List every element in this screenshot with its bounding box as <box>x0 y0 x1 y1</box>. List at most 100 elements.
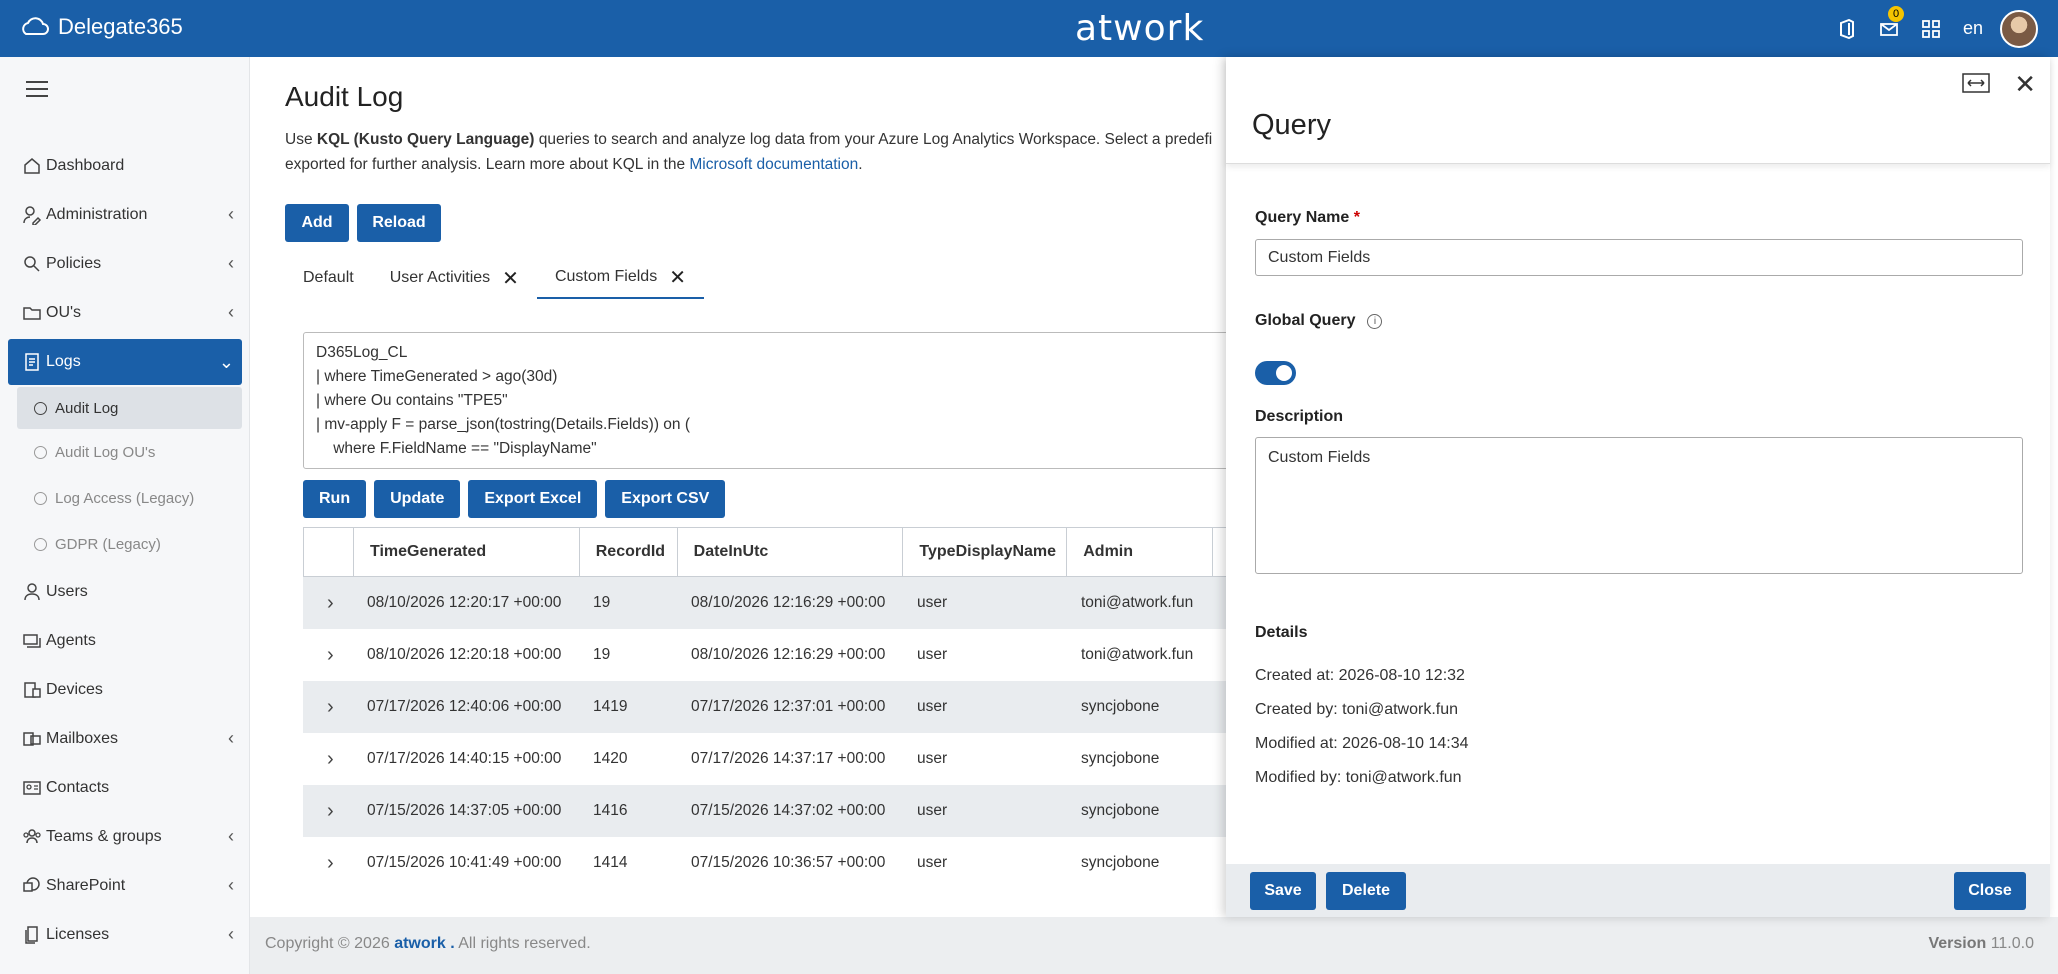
copyright-text: Copyright © 2026 <box>265 935 395 952</box>
sidebar-item-label: Agents <box>46 631 96 649</box>
expand-panel-icon[interactable] <box>1962 73 1990 93</box>
details-heading: Details <box>1255 624 1308 641</box>
table-cell: user <box>917 750 948 767</box>
microsoft-docs-link[interactable]: Microsoft documentation <box>689 156 858 173</box>
apps-grid-icon[interactable] <box>1910 0 1952 57</box>
update-button[interactable]: Update <box>374 480 461 518</box>
panel-footer: Save Delete Close <box>1226 864 2050 917</box>
version-info: Version 11.0.0 <box>1928 935 2034 953</box>
version-label: Version <box>1928 935 1987 952</box>
hamburger-menu-icon[interactable] <box>26 81 48 97</box>
sidebar-item-administration[interactable]: Administration ‹ <box>0 190 250 239</box>
column-header[interactable]: TypeDisplayName <box>903 528 1068 576</box>
sidebar-item-label: Contacts <box>46 778 110 796</box>
sidebar-item-agents[interactable]: Agents <box>0 616 250 665</box>
close-panel-icon[interactable]: ✕ <box>2014 69 2036 100</box>
table-cell: 19 <box>593 646 611 663</box>
table-row[interactable]: › 08/10/2026 12:20:17 +00:00 19 08/10/2026 … <box>303 577 1303 629</box>
table-cell: 1414 <box>593 854 628 871</box>
tab-label: User Activities <box>389 269 491 286</box>
sidebar-item-dashboard[interactable]: Dashboard <box>0 141 250 190</box>
table-cell: 19 <box>593 594 611 611</box>
run-button[interactable]: Run <box>303 480 367 518</box>
copyright: Copyright © 2026 atwork . All rights res… <box>265 935 591 953</box>
sidebar-item-policies[interactable]: Policies ‹ <box>0 239 250 288</box>
expand-row-icon[interactable]: › <box>303 748 353 771</box>
reload-button[interactable]: Reload <box>357 204 441 242</box>
expand-row-icon[interactable]: › <box>303 800 353 823</box>
sidebar-subitem-audit-log-ous[interactable]: Audit Log OU's <box>0 429 250 475</box>
column-header[interactable]: Admin <box>1067 528 1214 576</box>
version-value: 11.0.0 <box>1986 935 2034 952</box>
sidebar-item-sharepoint[interactable]: SharePoint ‹ <box>0 861 250 910</box>
desc-text: queries to search and analyze log data f… <box>534 131 1213 148</box>
table-row[interactable]: › 07/15/2026 10:41:49 +00:00 1414 07/15/202… <box>303 837 1303 889</box>
page-title: Audit Log <box>285 81 404 112</box>
created-at: Created at: 2026-08-10 12:32 <box>1255 667 1465 684</box>
tab-user-activities[interactable]: User Activities ✕ <box>372 257 537 299</box>
sidebar-item-mailboxes[interactable]: Mailboxes ‹ <box>0 714 250 763</box>
tab-default[interactable]: Default <box>285 257 372 299</box>
expand-column-header <box>304 528 354 576</box>
sidebar-item-users[interactable]: Users <box>0 567 250 616</box>
sidebar-item-label: Logs <box>46 353 81 370</box>
table-row[interactable]: › 07/15/2026 14:37:05 +00:00 1416 07/15/202… <box>303 785 1303 837</box>
column-header[interactable]: DateInUtc <box>678 528 904 576</box>
table-header: TimeGenerated RecordId DateInUtc TypeDis… <box>303 527 1304 577</box>
table-cell: syncjobone <box>1081 802 1160 819</box>
avatar[interactable] <box>2000 9 2038 48</box>
delete-button[interactable]: Delete <box>1326 872 1406 910</box>
close-button[interactable]: Close <box>1954 872 2026 910</box>
export-csv-button[interactable]: Export CSV <box>605 480 726 518</box>
table-row[interactable]: › 07/17/2026 12:40:06 +00:00 1419 07/17/202… <box>303 681 1303 733</box>
info-icon[interactable]: i <box>1367 314 1383 329</box>
sidebar-subitem-log-access[interactable]: Log Access (Legacy) <box>0 475 250 521</box>
sidebar-subitem-label: Audit Log OU's <box>55 443 156 461</box>
table-row[interactable]: › 08/10/2026 12:20:18 +00:00 19 08/10/2026 … <box>303 629 1303 681</box>
desc-text: exported for further analysis. Learn mor… <box>285 156 690 173</box>
close-tab-icon[interactable]: ✕ <box>669 265 686 290</box>
app-brand[interactable]: Delegate365 <box>18 14 183 40</box>
mail-notifications-icon[interactable]: 0 <box>1868 0 1910 57</box>
kql-query-editor[interactable]: D365Log_CL | where TimeGenerated > ago(3… <box>303 332 1303 469</box>
results-table: TimeGenerated RecordId DateInUtc TypeDis… <box>303 527 1304 889</box>
expand-row-icon[interactable]: › <box>303 696 353 719</box>
expand-row-icon[interactable]: › <box>303 592 353 615</box>
table-cell: 07/15/2026 14:37:05 +00:00 <box>367 802 562 819</box>
table-row[interactable]: › 07/17/2026 14:40:15 +00:00 1420 07/17/202… <box>303 733 1303 785</box>
sidebar-item-teams-groups[interactable]: Teams & groups ‹ <box>0 812 250 861</box>
sidebar-item-logs[interactable]: Logs ⌄ <box>8 339 242 385</box>
circle-icon <box>34 401 47 415</box>
expand-row-icon[interactable]: › <box>303 852 353 875</box>
circle-icon <box>34 491 47 505</box>
query-panel: Query ✕ Query Name * Global Query i Descr… <box>1226 57 2050 917</box>
global-query-toggle[interactable] <box>1255 361 1296 385</box>
sidebar-item-licenses[interactable]: Licenses ‹ <box>0 910 250 959</box>
column-header[interactable]: TimeGenerated <box>354 528 580 576</box>
sidebar-subitem-label: Audit Log <box>55 399 119 417</box>
sidebar-item-label: Policies <box>46 254 102 272</box>
footer: Copyright © 2026 atwork . All rights res… <box>250 917 2058 974</box>
language-selector[interactable]: en <box>1952 0 1994 57</box>
tab-custom-fields[interactable]: Custom Fields ✕ <box>536 257 704 299</box>
add-button[interactable]: Add <box>285 204 349 242</box>
sidebar-item-contacts[interactable]: Contacts <box>0 763 250 812</box>
export-excel-button[interactable]: Export Excel <box>468 480 598 518</box>
close-tab-icon[interactable]: ✕ <box>502 266 519 291</box>
expand-row-icon[interactable]: › <box>303 644 353 667</box>
sidebar-item-devices[interactable]: Devices <box>0 665 250 714</box>
table-cell: 08/10/2026 12:20:17 +00:00 <box>367 594 562 611</box>
admin-icon <box>23 205 42 225</box>
office-icon[interactable] <box>1826 0 1868 57</box>
sidebar-item-ous[interactable]: OU's ‹ <box>0 288 250 337</box>
save-button[interactable]: Save <box>1250 872 1316 910</box>
copyright-brand-link[interactable]: atwork . <box>394 935 454 952</box>
sidebar-subitem-gdpr[interactable]: GDPR (Legacy) <box>0 521 250 567</box>
sidebar-subitem-audit-log[interactable]: Audit Log <box>17 387 242 429</box>
sidebar-item-label: SharePoint <box>46 876 126 894</box>
query-name-input[interactable] <box>1255 239 2023 276</box>
description-textarea[interactable]: Custom Fields <box>1255 437 2023 574</box>
sidebar-item-label: OU's <box>46 303 82 321</box>
chevron-left-icon: ‹ <box>228 826 234 846</box>
column-header[interactable]: RecordId <box>580 528 678 576</box>
